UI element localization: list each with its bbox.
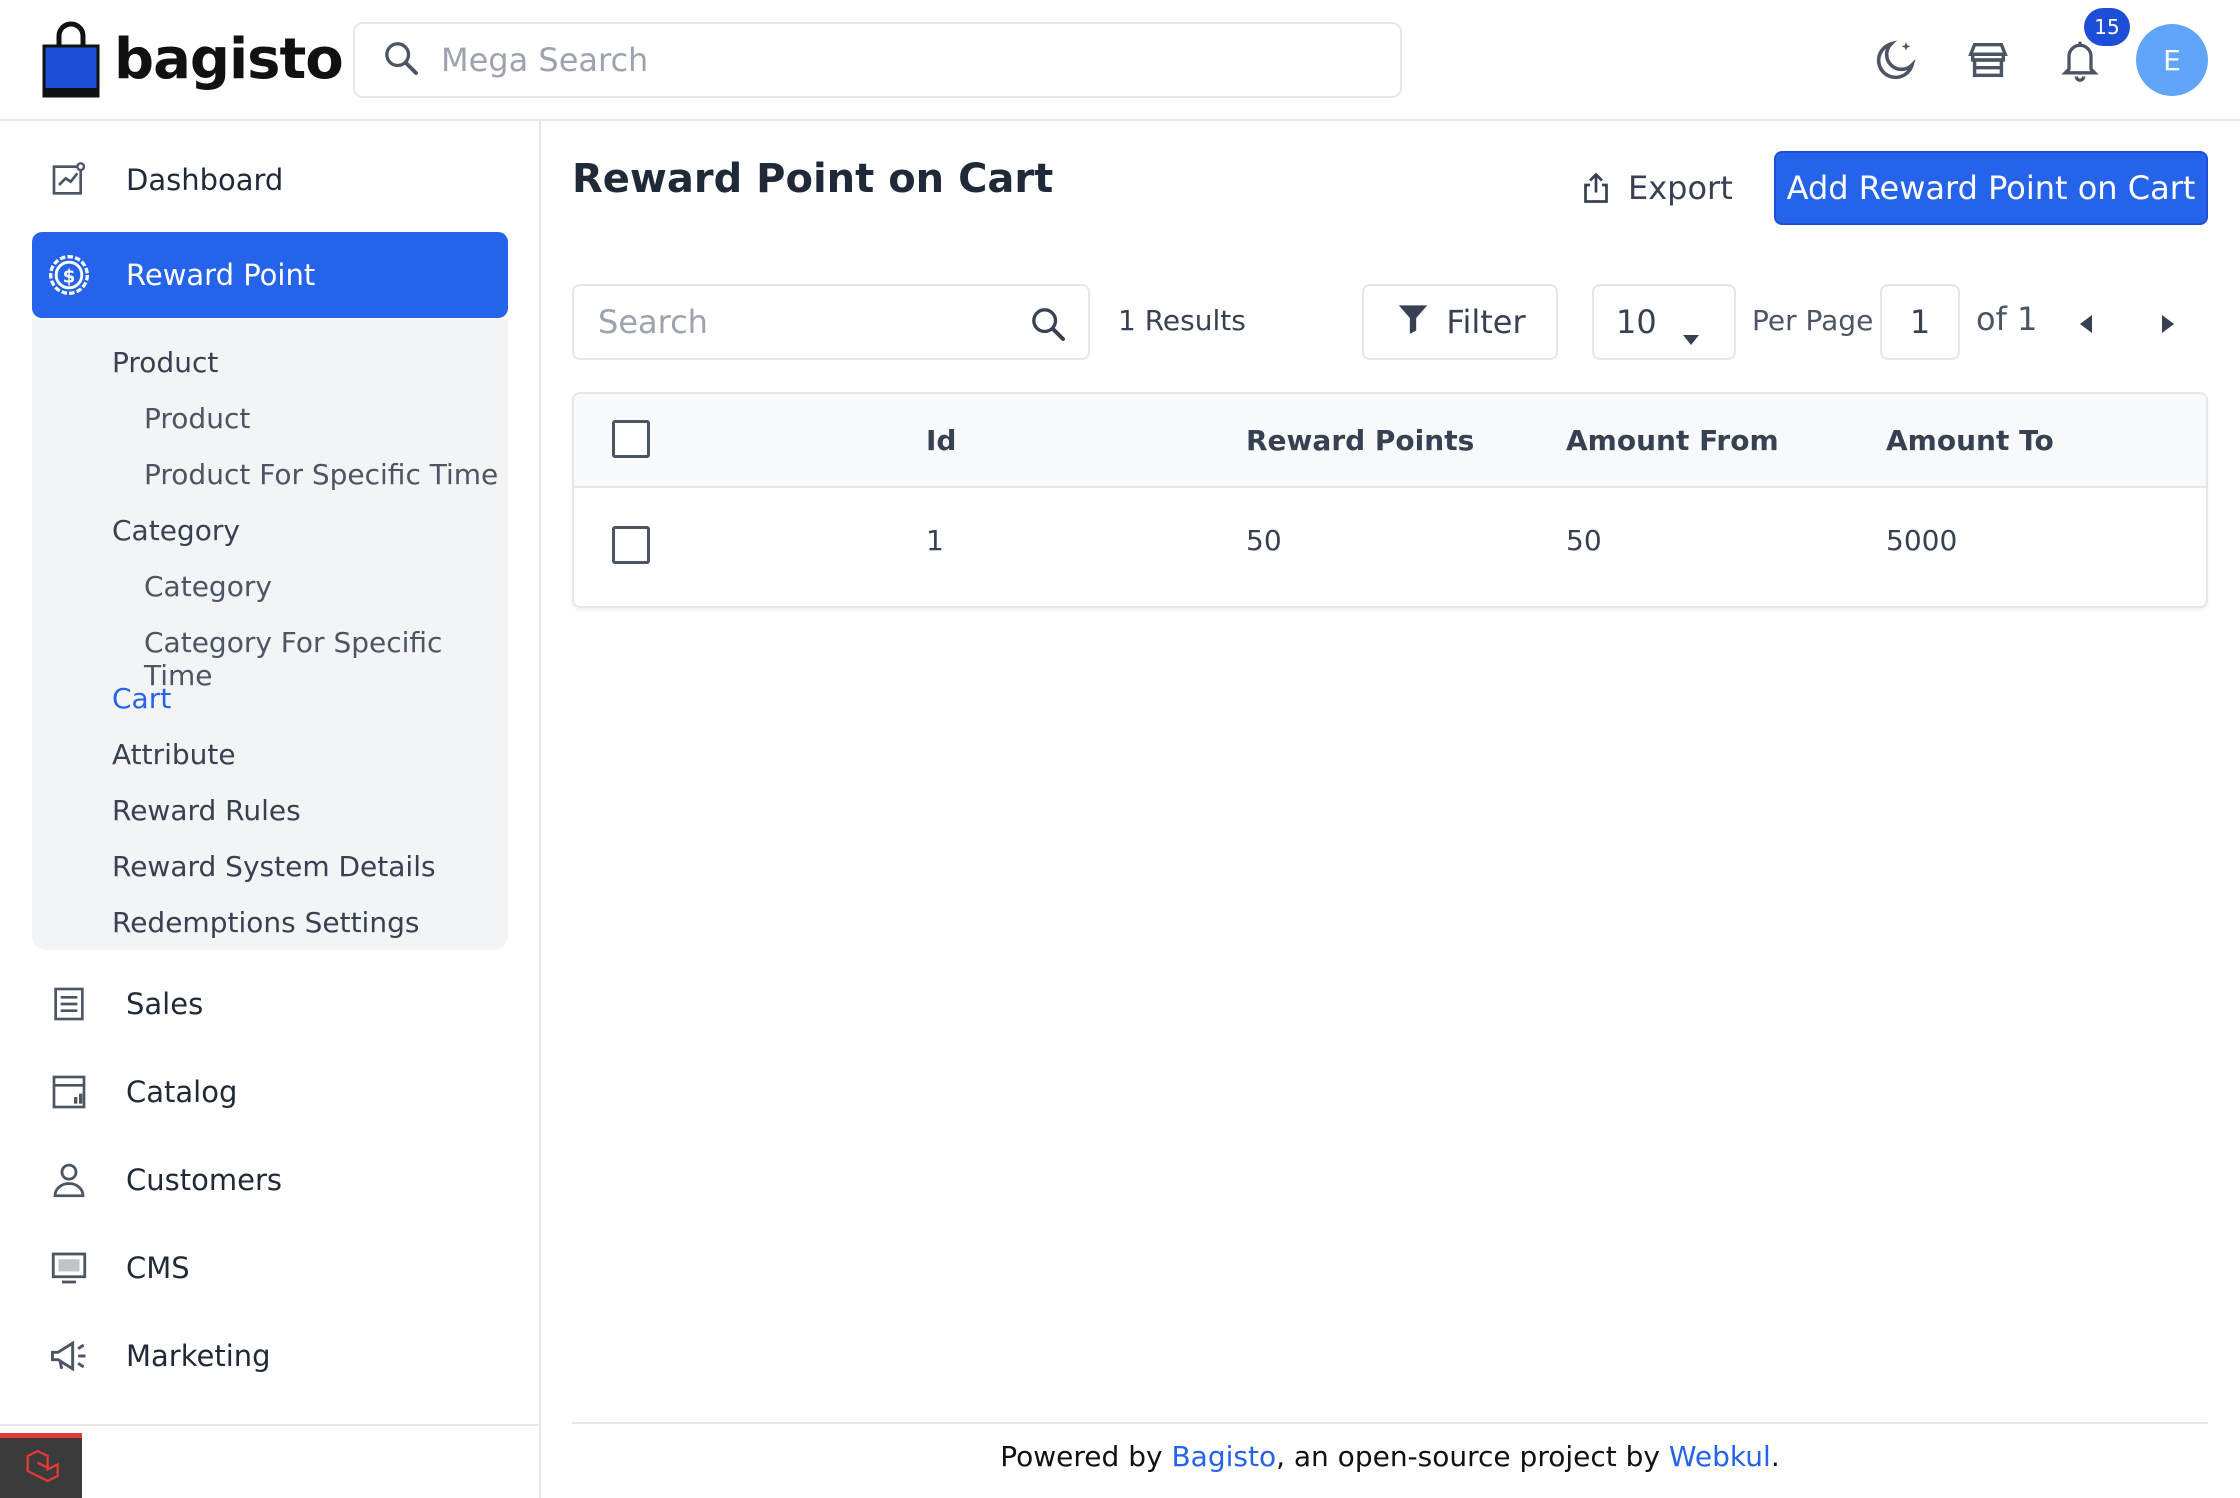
- brand-logo[interactable]: bagisto: [42, 20, 344, 98]
- sidebar-item-dashboard[interactable]: Dashboard: [32, 137, 508, 223]
- footer-credits: Powered by Bagisto, an open-source proje…: [572, 1440, 2208, 1473]
- bagisto-link[interactable]: Bagisto: [1171, 1440, 1276, 1473]
- footer-divider: [572, 1422, 2208, 1424]
- dashboard-icon: [46, 157, 92, 203]
- total-pages-label: of 1: [1976, 300, 2038, 338]
- submenu-category-specific-time[interactable]: Category For Specific Time: [144, 626, 508, 692]
- export-button[interactable]: Export: [1578, 160, 1733, 216]
- cell-id: 1: [926, 524, 944, 557]
- reward-point-submenu: Product Product Product For Specific Tim…: [32, 319, 508, 950]
- debugbar-toggle[interactable]: [0, 1433, 82, 1498]
- notification-count-badge: 15: [2084, 8, 2130, 46]
- sidebar-item-label: Marketing: [126, 1339, 271, 1373]
- datagrid-table: Id Reward Points Amount From Amount To 1…: [572, 392, 2208, 608]
- submenu-cart[interactable]: Cart: [112, 682, 171, 715]
- mega-search-placeholder: Mega Search: [441, 41, 649, 79]
- per-page-select[interactable]: 10: [1592, 284, 1736, 360]
- submenu-redemptions-settings[interactable]: Redemptions Settings: [112, 906, 419, 939]
- add-reward-point-button[interactable]: Add Reward Point on Cart: [1774, 151, 2208, 225]
- search-icon: [381, 38, 421, 82]
- shopping-bag-icon: [42, 20, 100, 98]
- next-page-icon[interactable]: [2150, 306, 2186, 342]
- laravel-logo-icon: [21, 1446, 61, 1490]
- row-checkbox[interactable]: [612, 526, 650, 564]
- top-header: bagisto Mega Search 15 E: [0, 0, 2240, 121]
- cms-icon: [46, 1245, 92, 1291]
- submenu-attribute[interactable]: Attribute: [112, 738, 236, 771]
- footer-prefix: Powered by: [1000, 1440, 1172, 1473]
- sidebar-item-label: Catalog: [126, 1075, 238, 1109]
- select-all-checkbox[interactable]: [612, 420, 650, 458]
- submenu-product-specific-time[interactable]: Product For Specific Time: [144, 458, 498, 491]
- table-header: Id Reward Points Amount From Amount To: [574, 394, 2206, 488]
- results-count: 1 Results: [1118, 304, 1246, 337]
- sales-icon: [46, 981, 92, 1027]
- submenu-category-group[interactable]: Category: [112, 514, 240, 547]
- svg-text:$: $: [63, 266, 76, 287]
- cell-amount-to: 5000: [1886, 524, 1958, 557]
- sidebar-item-label: CMS: [126, 1251, 190, 1285]
- per-page-value: 10: [1616, 303, 1657, 341]
- column-header-reward-points[interactable]: Reward Points: [1246, 424, 1474, 457]
- user-avatar[interactable]: E: [2136, 24, 2208, 96]
- filter-icon: [1394, 299, 1432, 345]
- footer-middle: , an open-source project by: [1276, 1440, 1669, 1473]
- filter-button[interactable]: Filter: [1362, 284, 1558, 360]
- column-header-amount-from[interactable]: Amount From: [1566, 424, 1779, 457]
- datagrid-search-input[interactable]: Search: [572, 284, 1090, 360]
- filter-label: Filter: [1446, 303, 1526, 341]
- brand-name: bagisto: [114, 26, 344, 92]
- sidebar-item-customers[interactable]: Customers: [32, 1137, 508, 1223]
- column-header-amount-to[interactable]: Amount To: [1886, 424, 2054, 457]
- customer-icon: [46, 1157, 92, 1203]
- per-page-label: Per Page: [1752, 304, 1874, 337]
- catalog-icon: [46, 1069, 92, 1115]
- prev-page-icon[interactable]: [2068, 306, 2104, 342]
- datagrid-search-placeholder: Search: [598, 303, 708, 341]
- dollar-circle-icon: $: [46, 252, 92, 298]
- caret-down-icon: [1682, 316, 1700, 354]
- column-header-id[interactable]: Id: [926, 424, 956, 457]
- dark-mode-toggle-icon[interactable]: [1866, 30, 1926, 90]
- search-icon[interactable]: [1028, 304, 1068, 352]
- sidebar-item-label: Dashboard: [126, 163, 284, 197]
- sidebar-divider: [0, 1424, 541, 1426]
- storefront-icon[interactable]: [1958, 30, 2018, 90]
- sidebar-item-label: Sales: [126, 987, 204, 1021]
- mega-search-input[interactable]: Mega Search: [353, 22, 1402, 98]
- sidebar-item-marketing[interactable]: Marketing: [32, 1313, 508, 1399]
- export-icon: [1578, 170, 1614, 206]
- submenu-product-group[interactable]: Product: [112, 346, 218, 379]
- page-number-input[interactable]: 1: [1880, 284, 1960, 360]
- cell-reward-points: 50: [1246, 524, 1282, 557]
- webkul-link[interactable]: Webkul: [1669, 1440, 1771, 1473]
- submenu-reward-system-details[interactable]: Reward System Details: [112, 850, 436, 883]
- submenu-product[interactable]: Product: [144, 402, 250, 435]
- sidebar-item-label: Customers: [126, 1163, 282, 1197]
- export-label: Export: [1628, 169, 1733, 207]
- cell-amount-from: 50: [1566, 524, 1602, 557]
- submenu-category[interactable]: Category: [144, 570, 272, 603]
- footer-suffix: .: [1770, 1440, 1780, 1473]
- sidebar-item-label: Reward Point: [126, 258, 316, 292]
- sidebar-item-catalog[interactable]: Catalog: [32, 1049, 508, 1135]
- table-row: 1 50 50 5000: [574, 488, 2206, 606]
- page-title: Reward Point on Cart: [572, 156, 1054, 202]
- megaphone-icon: [46, 1333, 92, 1379]
- submenu-reward-rules[interactable]: Reward Rules: [112, 794, 301, 827]
- sidebar-item-reward-point[interactable]: $ Reward Point: [32, 232, 508, 318]
- sidebar-item-cms[interactable]: CMS: [32, 1225, 508, 1311]
- sidebar-item-sales[interactable]: Sales: [32, 961, 508, 1047]
- sidebar: Dashboard $ Reward Point Product Product…: [0, 121, 541, 1498]
